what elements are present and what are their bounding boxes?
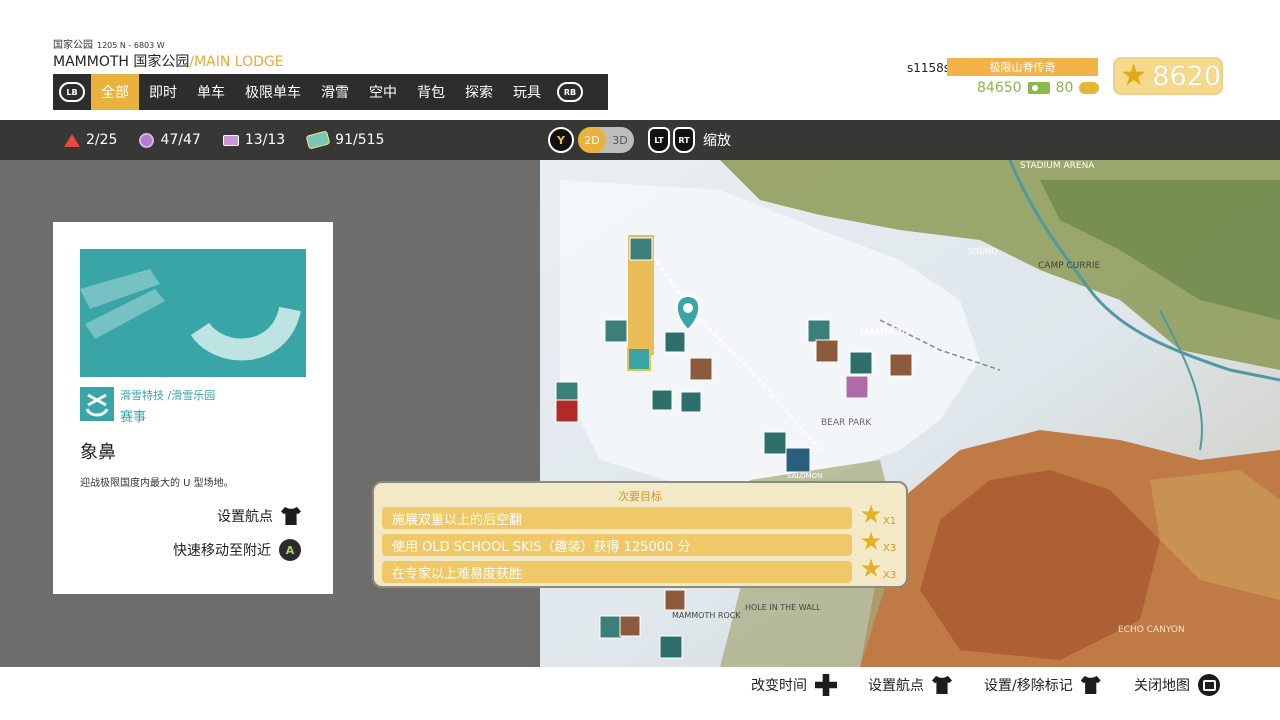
lt-trigger-icon[interactable]: LT	[648, 127, 670, 153]
tab-explore[interactable]: 探索	[455, 74, 503, 110]
event-banner-image	[80, 249, 306, 377]
set-waypoint-action[interactable]: 设置航点	[217, 504, 301, 528]
credits-icon	[1027, 82, 1050, 94]
objective-row: 施展双重以上的后空翻	[382, 507, 852, 529]
zoom-label: 缩放	[703, 133, 731, 149]
credits-row: 84650 80	[977, 80, 1100, 96]
view-mode-toggle[interactable]: 2D 3D	[578, 127, 634, 153]
card-icon	[222, 134, 239, 146]
stat-triangle-value: 2/25	[86, 132, 118, 148]
tab-extreme-bike[interactable]: 极限单车	[235, 74, 311, 110]
close-map-label: 关闭地图	[1134, 678, 1190, 694]
location-sub: /MAIN LODGE	[189, 54, 284, 70]
tab-bike[interactable]: 单车	[187, 74, 235, 110]
location-region-label: 国家公园	[53, 40, 93, 51]
stat-card-value: 13/13	[244, 132, 286, 148]
set-remove-marker-label: 设置/移除标记	[984, 678, 1073, 694]
event-name: 象鼻	[80, 442, 116, 463]
star-icon: ★	[1120, 58, 1148, 93]
map-label-mammoth: MAMMOTH	[860, 327, 914, 338]
view-button-icon	[1198, 674, 1220, 696]
rt-trigger-icon[interactable]: RT	[673, 127, 695, 153]
player-id: s1158s	[907, 61, 951, 75]
fast-travel-label: 快速移动至附近	[173, 543, 271, 559]
star-icon: ★	[859, 527, 883, 557]
tab-toys[interactable]: 玩具	[503, 74, 551, 110]
objective-multiplier: X3	[883, 543, 897, 554]
objective-row: 在专家以上难易度获胜	[382, 561, 852, 583]
map-label-camp: CAMP CURRIE	[1038, 261, 1101, 271]
board-icon	[305, 130, 331, 150]
accolade-points: ★ 8620	[1113, 57, 1223, 95]
accolade-value: 8620	[1152, 60, 1221, 92]
tab-instant[interactable]: 即时	[139, 74, 187, 110]
event-info-card: 滑雪特技 /滑雪乐园 赛事 象鼻 迎战极限国度内最大的 U 型场地。 设置航点 …	[53, 222, 333, 594]
map-label-mammoth-rock: MAMMOTH ROCK	[672, 611, 741, 620]
event-category: 滑雪特技 /滑雪乐园	[120, 389, 216, 402]
event-description: 迎战极限国度内最大的 U 型场地。	[80, 478, 234, 489]
wheel-icon	[1079, 82, 1100, 94]
shirt-button-icon	[1080, 676, 1101, 694]
map-label-hole-in-wall: HOLE IN THE WALL	[745, 603, 821, 612]
rb-bumper-icon[interactable]: RB	[557, 82, 583, 102]
mode-3d[interactable]: 3D	[606, 127, 634, 153]
stat-circle-value: 47/47	[160, 132, 201, 148]
tab-air[interactable]: 空中	[359, 74, 407, 110]
dpad-icon	[815, 674, 837, 696]
fast-travel-action[interactable]: 快速移动至附近 A	[173, 538, 301, 562]
a-button-icon: A	[279, 539, 301, 561]
stat-circle: 47/47	[139, 132, 201, 148]
map-label-bear-park: BEAR PARK	[821, 418, 872, 428]
location-title: MAMMOTH 国家公园/MAIN LODGE	[53, 51, 284, 71]
credits-value: 84650	[977, 80, 1022, 96]
shirt-button-icon	[932, 676, 952, 694]
view-controls: Y 2D 3D LT RT 缩放	[548, 125, 731, 155]
star-icon: ★	[859, 500, 883, 530]
location-main: MAMMOTH 国家公园	[53, 54, 190, 70]
set-remove-marker-action[interactable]: 设置/移除标记	[984, 673, 1101, 697]
y-button-icon[interactable]: Y	[548, 127, 574, 153]
tab-all[interactable]: 全部	[91, 74, 139, 110]
location-coords: 1205 N - 6803 W	[97, 41, 165, 50]
change-time-label: 改变时间	[751, 678, 807, 694]
map-screen: 国家公园 1205 N - 6803 W MAMMOTH 国家公园/MAIN LO…	[0, 0, 1280, 720]
objectives-header: 次要目标	[618, 490, 662, 503]
objective-multiplier: X1	[883, 516, 897, 527]
map-label-echo-canyon: ECHO CANYON	[1118, 625, 1185, 635]
player-title-badge: 极限山脊传奇	[947, 58, 1098, 76]
footer-set-waypoint-label: 设置航点	[868, 678, 924, 694]
stat-triangle: 2/25	[64, 132, 117, 148]
circle-icon	[139, 132, 155, 148]
objectives-panel: 次要目标 施展双重以上的后空翻 ★ X1 使用 OLD SCHOOL SKIS（…	[372, 481, 908, 588]
stat-card: 13/13	[222, 132, 286, 148]
tab-backpack[interactable]: 背包	[407, 74, 455, 110]
footer-set-waypoint-action[interactable]: 设置航点	[868, 673, 952, 697]
event-type: 赛事	[120, 410, 147, 425]
wheel-count: 80	[1055, 80, 1074, 96]
objective-multiplier: X3	[883, 570, 897, 581]
filter-tab-bar: LB 全部 即时 单车 极限单车 滑雪 空中 背包 探索 玩具 RB	[53, 74, 608, 110]
shirt-button-icon	[281, 507, 301, 525]
mode-2d[interactable]: 2D	[578, 127, 606, 153]
ski-event-icon	[80, 387, 114, 421]
map-label-salomon: SALOMON	[787, 472, 822, 480]
map-label-sound: SOUND	[968, 247, 997, 256]
star-icon: ★	[859, 554, 883, 584]
set-waypoint-label: 设置航点	[217, 509, 273, 525]
tab-ski[interactable]: 滑雪	[311, 74, 359, 110]
location-region: 国家公园 1205 N - 6803 W	[53, 36, 165, 51]
map-label-stadium: STADIUM ARENA	[1020, 161, 1095, 171]
triangle-icon	[64, 133, 80, 147]
change-time-action[interactable]: 改变时间	[751, 673, 837, 697]
lb-bumper-icon[interactable]: LB	[59, 82, 85, 102]
stat-board: 91/515	[305, 130, 385, 150]
objective-row: 使用 OLD SCHOOL SKIS（趣装）获得 125000 分	[382, 534, 852, 556]
close-map-action[interactable]: 关闭地图	[1134, 673, 1220, 697]
stat-board-value: 91/515	[335, 132, 385, 148]
